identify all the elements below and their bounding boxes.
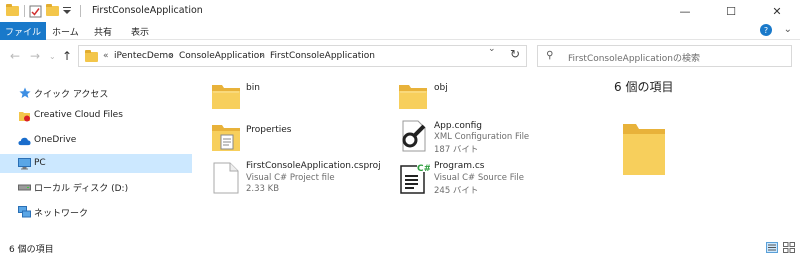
sidebar-item-label: クイック アクセス (34, 90, 109, 100)
title-bar: FirstConsoleApplication — ☐ ✕ (0, 0, 800, 22)
tab-file[interactable]: ファイル (0, 22, 46, 40)
file-item-bin[interactable]: bin (205, 78, 375, 114)
close-button[interactable]: ✕ (754, 0, 800, 22)
divider (24, 5, 25, 17)
file-item-app-config[interactable]: App.config XML Configuration File 187 バイ… (392, 118, 562, 162)
file-type: Visual C# Project file (246, 173, 335, 183)
maximize-button[interactable]: ☐ (708, 0, 754, 22)
tab-share[interactable]: 共有 (94, 25, 112, 38)
properties-icon[interactable] (29, 4, 42, 18)
csharp-file-icon: C# (400, 162, 431, 197)
customize-toolbar-icon[interactable] (62, 4, 72, 18)
large-icons-view-icon[interactable] (783, 242, 795, 253)
file-item-csproj[interactable]: FirstConsoleApplication.csproj Visual C#… (205, 160, 385, 200)
breadcrumb-firstconsoleapplication[interactable]: FirstConsoleApplication (270, 51, 375, 61)
sidebar-item-label: Creative Cloud Files (34, 110, 123, 120)
refresh-button[interactable]: ↻ (506, 46, 524, 62)
file-item-obj[interactable]: obj (392, 78, 562, 114)
folder-icon (85, 50, 98, 62)
breadcrumb-ipentecdemo[interactable]: iPentecDemo (114, 51, 174, 61)
breadcrumb-separator[interactable]: › (260, 51, 264, 61)
new-folder-icon[interactable] (46, 4, 59, 18)
file-item-program-cs[interactable]: C# Program.cs Visual C# Source File 245 … (392, 160, 562, 200)
file-size: 245 バイト (434, 186, 479, 196)
svg-text:C#: C# (417, 164, 430, 174)
search-placeholder: FirstConsoleApplicationの検索 (568, 54, 700, 64)
sidebar-item-creative-cloud-files[interactable]: Creative Cloud Files (0, 106, 192, 125)
sidebar-item-quick-access[interactable]: クイック アクセス (0, 83, 192, 102)
sidebar-item-label: ローカル ディスク (D:) (34, 184, 129, 194)
file-size: 2.33 KB (246, 184, 280, 194)
file-name: obj (434, 83, 448, 93)
overflow-chevron[interactable]: « (103, 51, 109, 61)
file-item-properties[interactable]: Properties (205, 118, 375, 154)
preview-title: 6 個の項目 (614, 80, 674, 94)
star-icon (18, 86, 31, 99)
config-file-icon (398, 120, 428, 155)
monitor-icon (18, 157, 31, 170)
up-button[interactable]: ↑ (62, 49, 72, 63)
sidebar-item-label: PC (34, 158, 46, 168)
minimize-button[interactable]: — (662, 0, 708, 22)
properties-folder-icon (211, 122, 241, 155)
address-bar[interactable]: « iPentecDemo › ConsoleApplication › Fir… (78, 45, 527, 67)
tab-home[interactable]: ホーム (52, 25, 79, 38)
divider (80, 5, 81, 17)
status-bar: 6 個の項目 (0, 237, 800, 258)
forward-button[interactable]: → (30, 49, 40, 63)
status-item-count: 6 個の項目 (9, 245, 54, 255)
blank-file-icon (213, 162, 239, 197)
file-name: bin (246, 83, 260, 93)
help-icon[interactable]: ? (760, 24, 772, 36)
sidebar-item-network[interactable]: ネットワーク (0, 202, 192, 221)
breadcrumb-consoleapplication[interactable]: ConsoleApplication (179, 51, 265, 61)
search-icon: ⚲ (546, 50, 554, 61)
ribbon-tabs: ファイル ホーム 共有 表示 ⌄ ? (0, 22, 800, 40)
creative-cloud-icon (18, 109, 31, 122)
details-view-icon[interactable] (766, 242, 778, 253)
sidebar-item-pc[interactable]: PC (0, 154, 192, 173)
recent-locations-icon[interactable]: ⌄ (49, 52, 56, 61)
file-name: App.config (434, 121, 482, 131)
folder-icon (622, 120, 666, 179)
window-title: FirstConsoleApplication (92, 5, 203, 16)
ribbon-expand-icon[interactable]: ⌄ (784, 24, 792, 35)
back-button[interactable]: ← (10, 49, 20, 63)
file-size: 187 バイト (434, 145, 479, 155)
drive-icon (18, 180, 31, 193)
cloud-icon (18, 134, 31, 147)
sidebar-item-label: ネットワーク (34, 209, 89, 219)
breadcrumb-separator[interactable]: › (169, 51, 173, 61)
file-name: Properties (246, 125, 292, 135)
sidebar-item-onedrive[interactable]: OneDrive (0, 131, 192, 150)
folder-icon (398, 82, 428, 113)
folder-icon (6, 4, 19, 18)
navigation-pane: クイック アクセス Creative Cloud Files OneDrive … (0, 72, 193, 237)
tab-view[interactable]: 表示 (131, 25, 149, 38)
address-dropdown-icon[interactable]: ⌄ (488, 44, 496, 54)
sidebar-item-label: OneDrive (34, 135, 77, 145)
search-box[interactable]: ⚲ FirstConsoleApplicationの検索 (537, 45, 792, 67)
file-name: Program.cs (434, 161, 485, 171)
sidebar-item-local-disk-d[interactable]: ローカル ディスク (D:) (0, 177, 192, 196)
network-icon (18, 205, 31, 218)
file-name: FirstConsoleApplication.csproj (246, 161, 381, 171)
file-type: XML Configuration File (434, 132, 530, 142)
file-type: Visual C# Source File (434, 173, 524, 183)
folder-icon (211, 82, 241, 113)
